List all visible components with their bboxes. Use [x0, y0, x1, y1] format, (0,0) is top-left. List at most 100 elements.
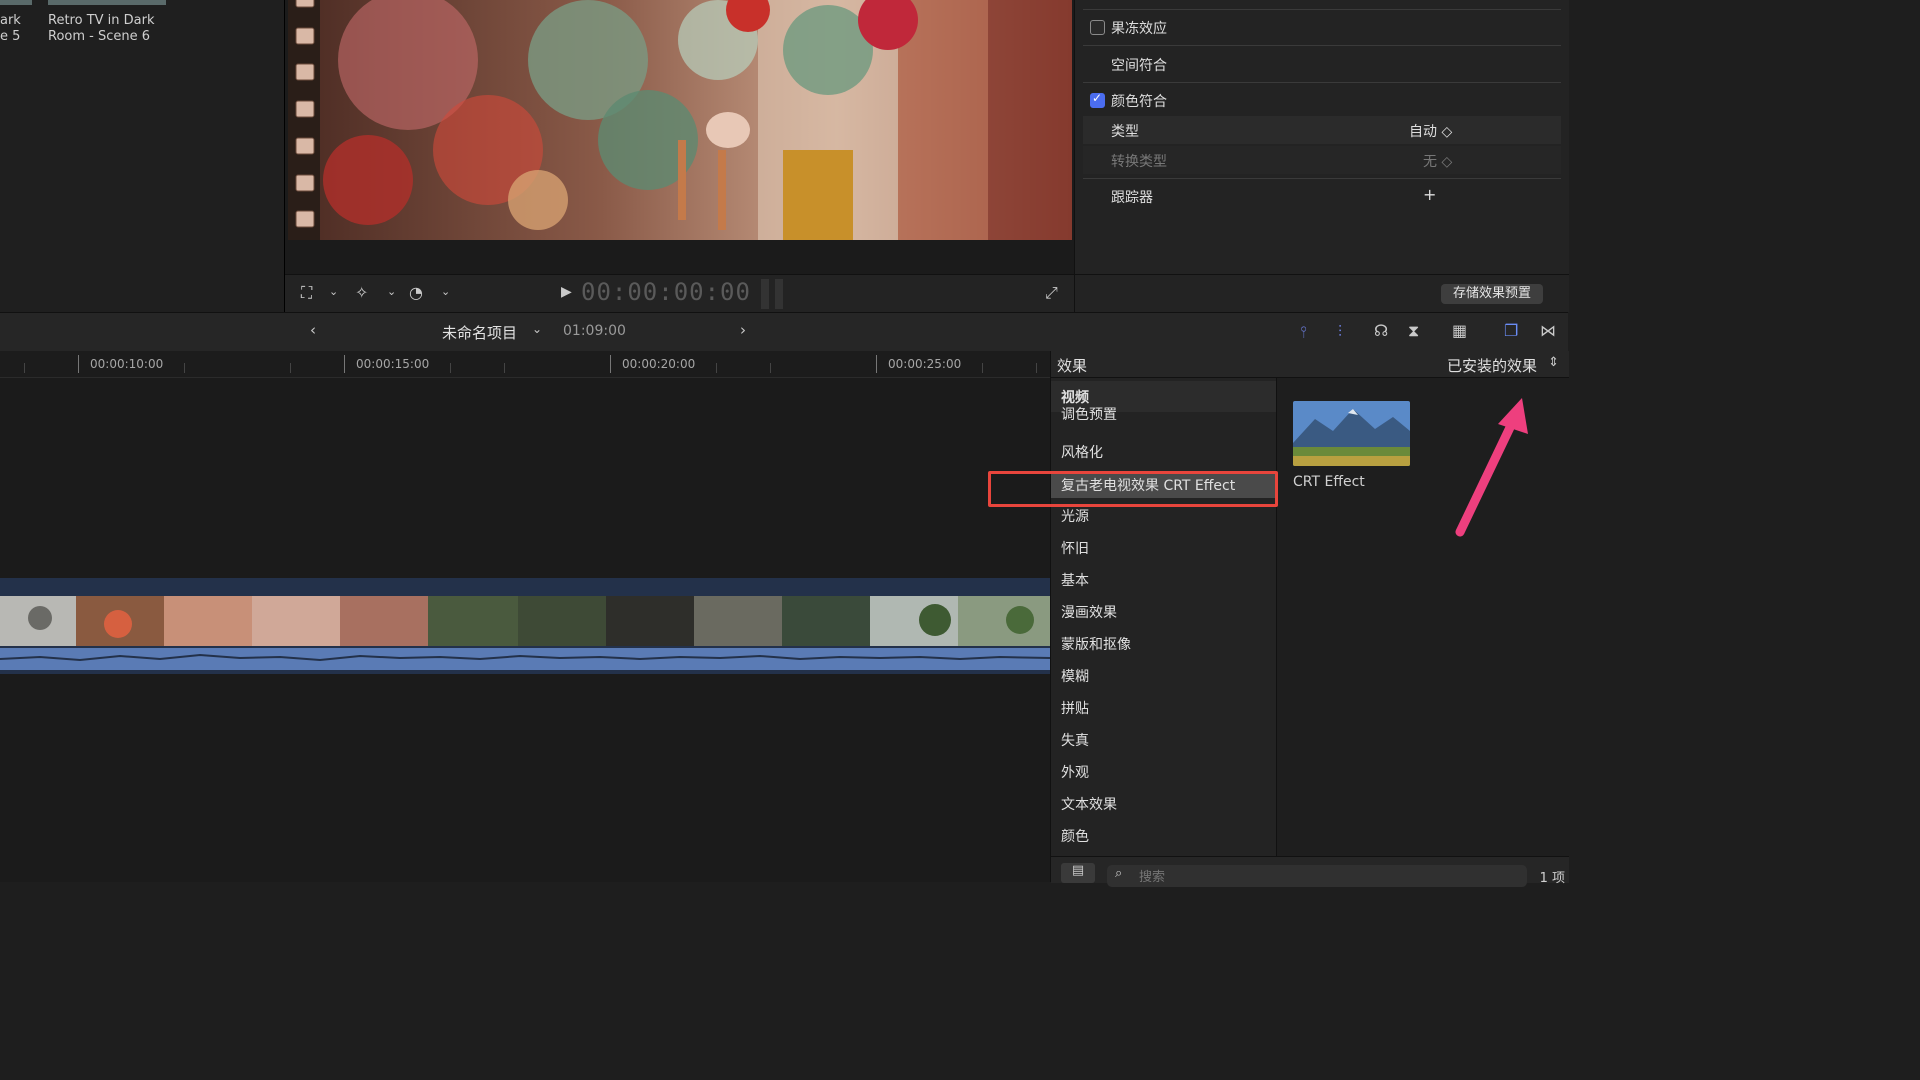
category-comic[interactable]: 漫画效果	[1051, 596, 1276, 627]
category-light[interactable]: 光源	[1051, 504, 1276, 526]
conversion-type-label: 转换类型	[1111, 154, 1167, 170]
category-label: 风格化	[1061, 445, 1103, 461]
transform-icon[interactable]: ⛶	[301, 283, 312, 303]
clip-label-line: Room - Scene 6	[48, 29, 151, 44]
clip-label-scene5[interactable]: ark e 5	[0, 13, 21, 45]
divider	[1083, 82, 1561, 83]
add-tracker-button[interactable]: +	[1423, 185, 1436, 204]
crt-effect-label: CRT Effect	[1293, 474, 1365, 490]
conversion-type-popup[interactable]: 无 ◇	[1423, 151, 1452, 171]
search-input[interactable]	[1137, 867, 1521, 887]
inspector-row-color-conform: 颜色符合	[1083, 86, 1561, 114]
project-duration: 01:09:00	[563, 323, 626, 339]
category-blur[interactable]: 模糊	[1051, 660, 1276, 691]
ruler-tick	[450, 363, 451, 373]
ruler-tick	[770, 363, 771, 373]
audio-meter-right	[775, 279, 783, 309]
viewer-toolbar: ⛶ ⌄ ✧ ⌄ ◔ ⌄ ▶ 00:00:00:00 ⤢	[285, 274, 1074, 313]
play-icon[interactable]: ▶	[561, 284, 572, 300]
color-conform-label: 颜色符合	[1111, 94, 1167, 110]
waveform-shape	[0, 653, 1051, 662]
inspector-row-conversion-type: 转换类型 无 ◇	[1083, 146, 1561, 174]
divider	[1083, 9, 1561, 10]
timecode-display: 00:00:00:00	[581, 278, 751, 306]
divider	[1083, 45, 1561, 46]
category-distortion[interactable]: 失真	[1051, 724, 1276, 755]
ruler-tick	[982, 363, 983, 373]
type-label: 类型	[1111, 124, 1139, 140]
category-looks[interactable]: 外观	[1051, 756, 1276, 787]
installed-effects-popup[interactable]: 已安装的效果	[1447, 355, 1537, 376]
category-color[interactable]: 颜色	[1051, 820, 1276, 851]
ruler-label: 00:00:20:00	[622, 357, 696, 371]
item-count: 1 项	[1539, 871, 1565, 886]
chevron-down-icon[interactable]: ⌄	[329, 285, 338, 298]
category-label: 怀旧	[1061, 541, 1089, 557]
ruler-tick	[290, 363, 291, 373]
filmstrip-frames	[0, 596, 1050, 646]
inspector-row-spatial-conform: 空间符合	[1083, 50, 1561, 78]
divider	[1075, 274, 1569, 275]
ruler-tick	[876, 355, 877, 373]
headphones-icon[interactable]: ☊	[1374, 321, 1388, 340]
effects-header: 效果 已安装的效果 ⇕	[1051, 351, 1569, 378]
transitions-browser-icon[interactable]: ⋈	[1540, 321, 1556, 340]
ruler-tick	[24, 363, 25, 373]
category-color-presets[interactable]: 调色预置	[1051, 404, 1276, 424]
viewer: ⛶ ⌄ ✧ ⌄ ◔ ⌄ ▶ 00:00:00:00 ⤢	[284, 0, 1074, 313]
color-conform-checkbox[interactable]	[1090, 91, 1105, 108]
primary-storyline-clip[interactable]	[0, 578, 1051, 674]
audio-skimming-icon[interactable]: ⫯	[1300, 322, 1307, 342]
category-tiling[interactable]: 拼贴	[1051, 692, 1276, 723]
project-name[interactable]: 未命名项目	[442, 322, 517, 343]
category-masks-keying[interactable]: 蒙版和抠像	[1051, 628, 1276, 659]
category-label: 调色预置	[1061, 407, 1117, 423]
category-label: 蒙版和抠像	[1061, 637, 1131, 653]
clip-thumbnail[interactable]	[48, 0, 166, 5]
audio-meter-left	[761, 279, 769, 309]
chevron-left-icon[interactable]: ‹	[310, 321, 316, 339]
type-popup[interactable]: 自动 ◇	[1409, 121, 1452, 141]
timeline-ruler[interactable]: 00:00:10:00 00:00:15:00 00:00:20:00 00:0…	[0, 351, 1050, 378]
snapping-icon[interactable]: ⧗	[1408, 321, 1419, 341]
category-text-effects[interactable]: 文本效果	[1051, 788, 1276, 819]
chevron-down-icon[interactable]: ⌄	[532, 322, 542, 336]
fullscreen-icon[interactable]: ⤢	[1045, 283, 1058, 303]
divider	[1083, 178, 1561, 179]
waveform-icon[interactable]: ⫶	[1338, 322, 1342, 342]
category-label: 失真	[1061, 733, 1089, 749]
sidebar-toggle-icon[interactable]: ▤	[1061, 863, 1095, 883]
category-crt-effect[interactable]: 复古老电视效果 CRT Effect	[1051, 472, 1276, 498]
category-label: 模糊	[1061, 669, 1089, 685]
clip-thumbnail[interactable]	[0, 0, 32, 5]
speed-gauge-icon[interactable]: ◔	[409, 283, 423, 302]
chevron-right-icon[interactable]: ›	[740, 321, 746, 339]
chevron-updown-icon[interactable]: ⇕	[1548, 355, 1559, 370]
category-label: 颜色	[1061, 829, 1089, 845]
crt-effect-thumbnail[interactable]	[1293, 401, 1410, 466]
chevron-down-icon[interactable]: ⌄	[441, 285, 450, 298]
magic-wand-icon[interactable]: ✧	[355, 283, 368, 302]
rolling-shutter-checkbox[interactable]	[1090, 20, 1105, 35]
inspector-panel: 果冻效应 空间符合 颜色符合 类型 自动 ◇ 转换类型 无 ◇ 跟踪器 + 存储…	[1074, 0, 1569, 312]
category-label: 复古老电视效果 CRT Effect	[1061, 478, 1236, 494]
timeline-body[interactable]	[0, 378, 1051, 882]
category-retro[interactable]: 怀旧	[1051, 532, 1276, 563]
save-effects-preset-button[interactable]: 存储效果预置	[1441, 284, 1543, 304]
rolling-shutter-label: 果冻效应	[1111, 21, 1167, 37]
ruler-label: 00:00:25:00	[888, 357, 962, 371]
effects-browser-icon[interactable]: ❐	[1504, 321, 1518, 340]
category-label: 文本效果	[1061, 797, 1117, 813]
category-label: 漫画效果	[1061, 605, 1117, 621]
ruler-tick	[610, 355, 611, 373]
category-stylize[interactable]: 风格化	[1051, 436, 1276, 467]
spatial-conform-label: 空间符合	[1111, 58, 1167, 74]
clip-appearance-icon[interactable]: ▦	[1452, 321, 1467, 340]
clip-label-scene6[interactable]: Retro TV in Dark Room - Scene 6	[48, 13, 155, 45]
search-field[interactable]: ⌕	[1107, 865, 1527, 887]
chevron-down-icon[interactable]: ⌄	[387, 285, 396, 298]
inspector-row-tracker: 跟踪器 +	[1083, 182, 1561, 210]
category-basics[interactable]: 基本	[1051, 564, 1276, 595]
inspector-row-rolling-shutter: 果冻效应	[1083, 13, 1561, 41]
effects-footer: ▤ ⌕ 1 项	[1051, 856, 1569, 887]
